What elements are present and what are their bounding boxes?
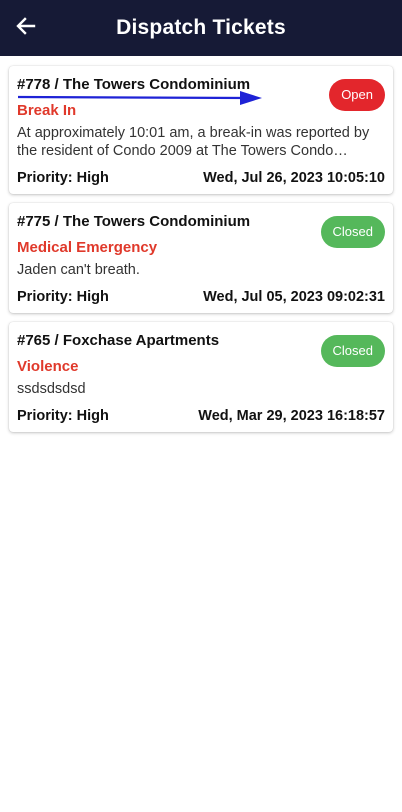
status-badge: Closed: [320, 216, 385, 248]
ticket-title: #765 / Foxchase Apartments: [17, 332, 220, 349]
ticket-priority: Priority: High: [17, 170, 109, 186]
arrow-left-icon: [16, 17, 36, 35]
ticket-description: ssdsdsdsd: [17, 381, 86, 397]
status-badge: Open: [329, 79, 385, 111]
ticket-description: At approximately 10:01 am, a break-in wa…: [17, 125, 370, 159]
ticket-card[interactable]: #775 / The Towers Condominium Closed Med…: [9, 203, 393, 313]
ticket-category: Break In: [17, 102, 77, 119]
ticket-priority: Priority: High: [17, 289, 109, 305]
ticket-datetime: Wed, Jul 26, 2023 10:05:10: [203, 170, 385, 186]
app-bar: Dispatch Tickets: [0, 0, 402, 56]
ticket-card[interactable]: #778 / The Towers Condominium Open Break…: [9, 66, 393, 194]
ticket-description: Jaden can't breath.: [17, 262, 140, 278]
page-title: Dispatch Tickets: [116, 16, 286, 39]
ticket-datetime: Wed, Mar 29, 2023 16:18:57: [198, 408, 385, 424]
status-badge: Closed: [320, 335, 385, 367]
ticket-title: #775 / The Towers Condominium: [17, 213, 251, 230]
back-button[interactable]: [12, 12, 40, 40]
ticket-title: #778 / The Towers Condominium: [17, 76, 251, 93]
ticket-list: #778 / The Towers Condominium Open Break…: [0, 56, 402, 432]
ticket-card[interactable]: #765 / Foxchase Apartments Closed Violen…: [9, 322, 393, 432]
ticket-priority: Priority: High: [17, 408, 109, 424]
ticket-datetime: Wed, Jul 05, 2023 09:02:31: [203, 289, 385, 305]
